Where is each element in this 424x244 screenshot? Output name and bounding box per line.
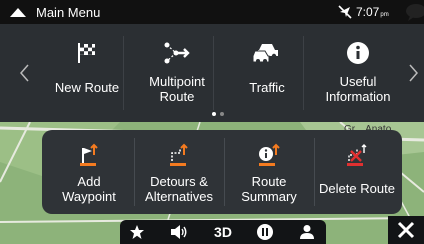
message-bubble-icon[interactable] bbox=[404, 3, 424, 21]
delete-route-button[interactable]: Delete Route bbox=[312, 142, 402, 212]
tile-label: New Route bbox=[54, 80, 120, 95]
user-icon bbox=[300, 225, 314, 239]
tile-label: Useful Information bbox=[318, 74, 398, 104]
tile-new-route[interactable]: New Route bbox=[54, 36, 120, 116]
next-page-button[interactable] bbox=[404, 24, 424, 122]
tile-useful-information[interactable]: Useful Information bbox=[318, 36, 398, 116]
clock: 7:07pm bbox=[356, 5, 389, 19]
close-icon bbox=[397, 221, 415, 239]
divider bbox=[123, 36, 124, 110]
pause-button[interactable] bbox=[254, 222, 276, 242]
popup-label-line1: Detours & bbox=[150, 174, 208, 189]
popup-label-line1: Route bbox=[251, 174, 287, 189]
tile-traffic[interactable]: Traffic bbox=[234, 36, 300, 116]
route-options-popup: Add Waypoint Detours & Alternatives Rout… bbox=[42, 130, 402, 214]
multipoint-route-icon bbox=[144, 36, 210, 70]
add-waypoint-button[interactable]: Add Waypoint bbox=[46, 142, 132, 212]
info-icon bbox=[318, 36, 398, 70]
divider bbox=[224, 138, 225, 206]
prev-page-button[interactable] bbox=[8, 24, 40, 122]
tile-label: Multipoint Route bbox=[144, 74, 210, 104]
divider bbox=[134, 138, 135, 206]
user-button[interactable] bbox=[296, 222, 318, 242]
popup-label-line2: Waypoint bbox=[62, 189, 116, 204]
popup-label: Delete Route bbox=[312, 181, 402, 196]
tile-label-line1: Useful bbox=[339, 74, 377, 89]
traffic-cars-icon bbox=[234, 36, 300, 70]
popup-label-line1: Add bbox=[77, 174, 101, 189]
tile-label: Traffic bbox=[249, 80, 285, 95]
popup-label: Add Waypoint bbox=[46, 174, 132, 204]
star-icon bbox=[130, 225, 144, 239]
gps-off-icon bbox=[338, 5, 352, 19]
view-3d-button[interactable]: 3D bbox=[208, 222, 238, 242]
chevron-right-icon bbox=[409, 64, 418, 82]
tile-multipoint-route[interactable]: Multipoint Route bbox=[144, 36, 210, 116]
popup-label: Detours & Alternatives bbox=[136, 174, 222, 204]
pause-icon bbox=[257, 224, 273, 240]
detour-icon bbox=[136, 142, 222, 168]
delete-route-icon bbox=[312, 142, 402, 168]
detours-alternatives-button[interactable]: Detours & Alternatives bbox=[136, 142, 222, 212]
tile-label-line1: Multipoint bbox=[149, 74, 205, 89]
volume-button[interactable] bbox=[168, 222, 190, 242]
clock-ampm: pm bbox=[380, 12, 389, 18]
route-summary-button[interactable]: Route Summary bbox=[226, 142, 312, 212]
page-indicator bbox=[212, 112, 224, 116]
divider bbox=[213, 36, 214, 110]
tile-label-line2: Route bbox=[159, 89, 195, 104]
page-dot-active bbox=[212, 112, 216, 116]
bottom-toolbar: 3D bbox=[120, 220, 326, 244]
popup-label: Route Summary bbox=[226, 174, 312, 204]
page-dot bbox=[220, 112, 224, 116]
popup-label-line2: Alternatives bbox=[145, 189, 213, 204]
close-button[interactable] bbox=[388, 216, 424, 244]
volume-icon bbox=[171, 225, 187, 239]
screen: Gr... Anato Main Menu 7:07pm bbox=[0, 0, 424, 244]
chevron-left-icon bbox=[20, 64, 29, 82]
clock-time: 7:07 bbox=[356, 5, 380, 19]
popup-label-line2: Summary bbox=[241, 189, 297, 204]
checkered-flag-icon bbox=[54, 36, 120, 70]
menu-tile-bar: New Route Multipoint Route Traffic Usefu… bbox=[0, 24, 424, 122]
chevron-up-icon[interactable] bbox=[0, 0, 36, 24]
divider bbox=[303, 36, 304, 110]
favorites-button[interactable] bbox=[126, 222, 148, 242]
add-waypoint-icon bbox=[46, 142, 132, 168]
menu-title: Main Menu bbox=[36, 4, 101, 20]
tile-label-line2: Information bbox=[325, 89, 391, 104]
popup-label-line1: Delete Route bbox=[319, 181, 395, 196]
route-summary-icon bbox=[226, 142, 312, 168]
